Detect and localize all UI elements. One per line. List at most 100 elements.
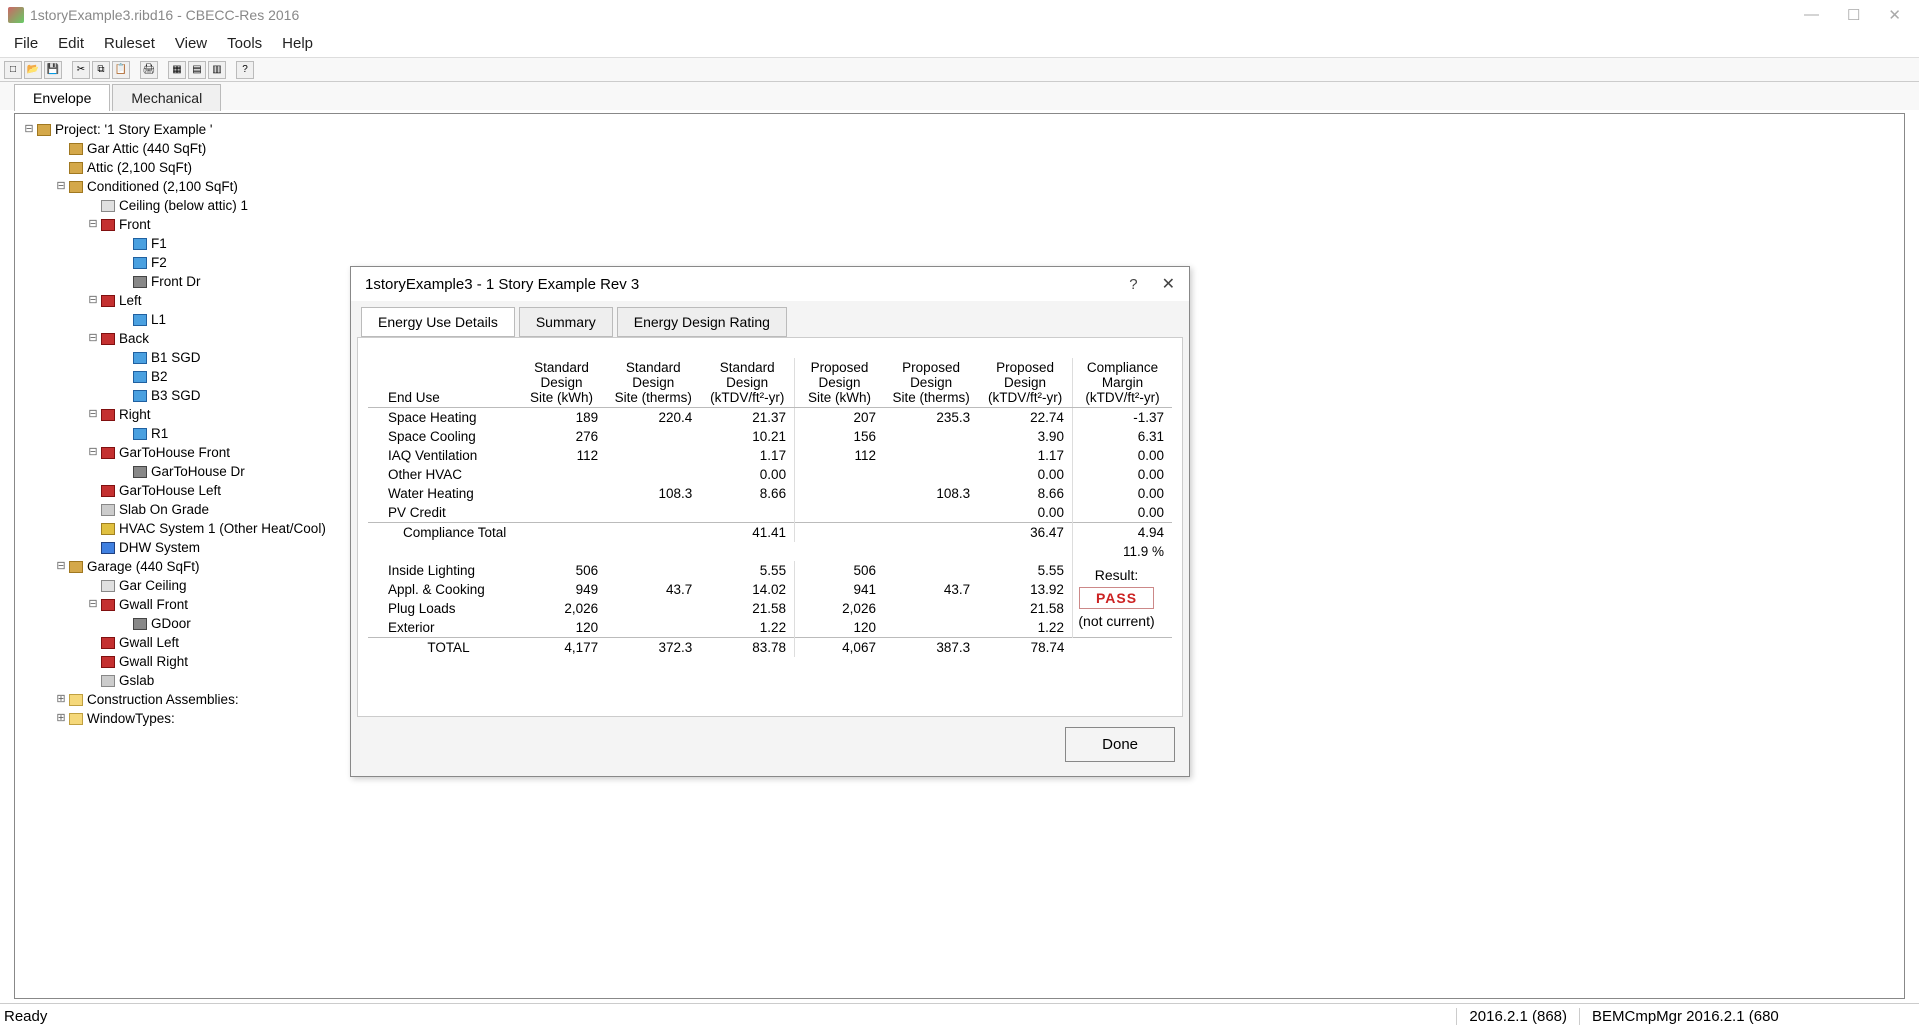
tree-node-label: L1 (151, 310, 166, 329)
tree-node-icon (69, 694, 83, 706)
tree-node-label: GDoor (151, 614, 191, 633)
tree-expander-icon[interactable]: ⊟ (55, 177, 67, 196)
result-panel: Result: PASS (not current) (1064, 567, 1169, 629)
hdr-std-tdv: StandardDesign(kTDV/ft²-yr) (700, 358, 794, 408)
tree-node-icon (133, 466, 147, 478)
hdr-std-kwh: StandardDesignSite (kWh) (517, 358, 606, 408)
print-icon[interactable]: 🖨 (140, 61, 158, 79)
tree-node-label: GarToHouse Dr (151, 462, 245, 481)
table-row: Inside Lighting5065.555065.55 (368, 561, 1172, 580)
hdr-enduse: End Use (368, 358, 517, 408)
tab-energy-details[interactable]: Energy Use Details (361, 307, 515, 337)
table-row: Exterior1201.221201.22 (368, 618, 1172, 638)
tree-node-label: Ceiling (below attic) 1 (119, 196, 248, 215)
dialog-close-icon[interactable]: ✕ (1162, 274, 1175, 294)
tree-node-icon (101, 447, 115, 459)
dialog-help-icon[interactable]: ? (1129, 276, 1137, 293)
tree-expander-icon[interactable]: ⊟ (87, 329, 99, 348)
tree-node-icon (101, 523, 115, 535)
tree-node-label: Project: '1 Story Example ' (55, 120, 212, 139)
tree-expander-icon[interactable]: ⊟ (23, 120, 35, 139)
tree-node-label: Front Dr (151, 272, 201, 291)
tree-node-icon (133, 390, 147, 402)
hdr-std-therms: StandardDesignSite (therms) (606, 358, 700, 408)
table-row: IAQ Ventilation1121.171121.170.00 (368, 446, 1172, 465)
tool1-icon[interactable]: ▦ (168, 61, 186, 79)
table-row: Plug Loads2,02621.582,02621.58 (368, 599, 1172, 618)
compliance-total-row: Compliance Total 41.41 36.47 4.94 (368, 523, 1172, 543)
tree-node-label: Front (119, 215, 151, 234)
menu-edit[interactable]: Edit (50, 31, 92, 56)
tree-node[interactable]: Attic (2,100 SqFt) (19, 158, 1900, 177)
content-area: ⊟ Project: '1 Story Example 'Gar Attic (4… (14, 113, 1905, 999)
menu-ruleset[interactable]: Ruleset (96, 31, 163, 56)
tab-rating[interactable]: Energy Design Rating (617, 307, 787, 337)
menu-view[interactable]: View (167, 31, 215, 56)
cut-icon[interactable]: ✂ (72, 61, 90, 79)
tree-node-icon (133, 276, 147, 288)
tree-expander-icon[interactable]: ⊞ (55, 709, 67, 728)
status-version: 2016.2.1 (868) (1456, 1008, 1579, 1025)
tree-expander-icon[interactable]: ⊟ (87, 215, 99, 234)
copy-icon[interactable]: ⧉ (92, 61, 110, 79)
dialog-title: 1storyExample3 - 1 Story Example Rev 3 (365, 276, 1129, 293)
tree-expander-icon[interactable]: ⊟ (87, 595, 99, 614)
tree-node[interactable]: Ceiling (below attic) 1 (19, 196, 1900, 215)
tree-node[interactable]: ⊟ Conditioned (2,100 SqFt) (19, 177, 1900, 196)
tree-node-icon (37, 124, 51, 136)
main-tabs: Envelope Mechanical (0, 82, 1919, 110)
tree-node-label: Conditioned (2,100 SqFt) (87, 177, 238, 196)
maximize-icon[interactable]: ☐ (1847, 6, 1860, 24)
tree-node-label: B3 SGD (151, 386, 201, 405)
tab-envelope[interactable]: Envelope (14, 84, 110, 111)
tree-node-icon (101, 504, 115, 516)
tree-node-icon (101, 485, 115, 497)
tree-node[interactable]: Gar Attic (440 SqFt) (19, 139, 1900, 158)
tree-node[interactable]: ⊟ Project: '1 Story Example ' (19, 120, 1900, 139)
tree-node-icon (133, 238, 147, 250)
table-row: PV Credit0.000.00 (368, 503, 1172, 523)
hdr-prop-kwh: ProposedDesignSite (kWh) (795, 358, 884, 408)
tree-node-icon (133, 352, 147, 364)
tab-mechanical[interactable]: Mechanical (112, 84, 221, 111)
menu-tools[interactable]: Tools (219, 31, 270, 56)
minimize-icon[interactable]: — (1804, 6, 1819, 24)
menu-help[interactable]: Help (274, 31, 321, 56)
tree-node-label: Gwall Left (119, 633, 179, 652)
table-row: Water Heating108.38.66108.38.660.00 (368, 484, 1172, 503)
tab-summary[interactable]: Summary (519, 307, 613, 337)
tree-expander-icon[interactable]: ⊞ (55, 690, 67, 709)
tree-node[interactable]: F1 (19, 234, 1900, 253)
tree-node-icon (133, 371, 147, 383)
tree-expander-icon[interactable]: ⊟ (87, 291, 99, 310)
help-icon[interactable]: ? (236, 61, 254, 79)
tree-node-label: B2 (151, 367, 168, 386)
tree-expander-icon[interactable]: ⊟ (87, 405, 99, 424)
tool2-icon[interactable]: ▤ (188, 61, 206, 79)
close-icon[interactable]: ✕ (1888, 6, 1901, 24)
tree-node-icon (101, 333, 115, 345)
tree-node-icon (101, 637, 115, 649)
tree-expander-icon[interactable]: ⊟ (87, 443, 99, 462)
menu-file[interactable]: File (6, 31, 46, 56)
tree-node-label: Back (119, 329, 149, 348)
tree-node-icon (101, 219, 115, 231)
new-icon[interactable]: □ (4, 61, 22, 79)
open-icon[interactable]: 📂 (24, 61, 42, 79)
tree-node[interactable]: ⊟ Front (19, 215, 1900, 234)
tree-node-icon (101, 599, 115, 611)
tool3-icon[interactable]: ▥ (208, 61, 226, 79)
tree-expander-icon[interactable]: ⊟ (55, 557, 67, 576)
hdr-prop-tdv: ProposedDesign(kTDV/ft²-yr) (978, 358, 1072, 408)
tree-node-label: Gar Ceiling (119, 576, 187, 595)
tree-node-label: F2 (151, 253, 167, 272)
tree-node-icon (133, 618, 147, 630)
hdr-margin: ComplianceMargin(kTDV/ft²-yr) (1072, 358, 1172, 408)
tree-node-label: GarToHouse Front (119, 443, 230, 462)
tree-node-label: B1 SGD (151, 348, 201, 367)
tree-node-label: Gslab (119, 671, 154, 690)
paste-icon[interactable]: 📋 (112, 61, 130, 79)
done-button[interactable]: Done (1065, 727, 1175, 762)
save-icon[interactable]: 💾 (44, 61, 62, 79)
tree-node-icon (69, 561, 83, 573)
